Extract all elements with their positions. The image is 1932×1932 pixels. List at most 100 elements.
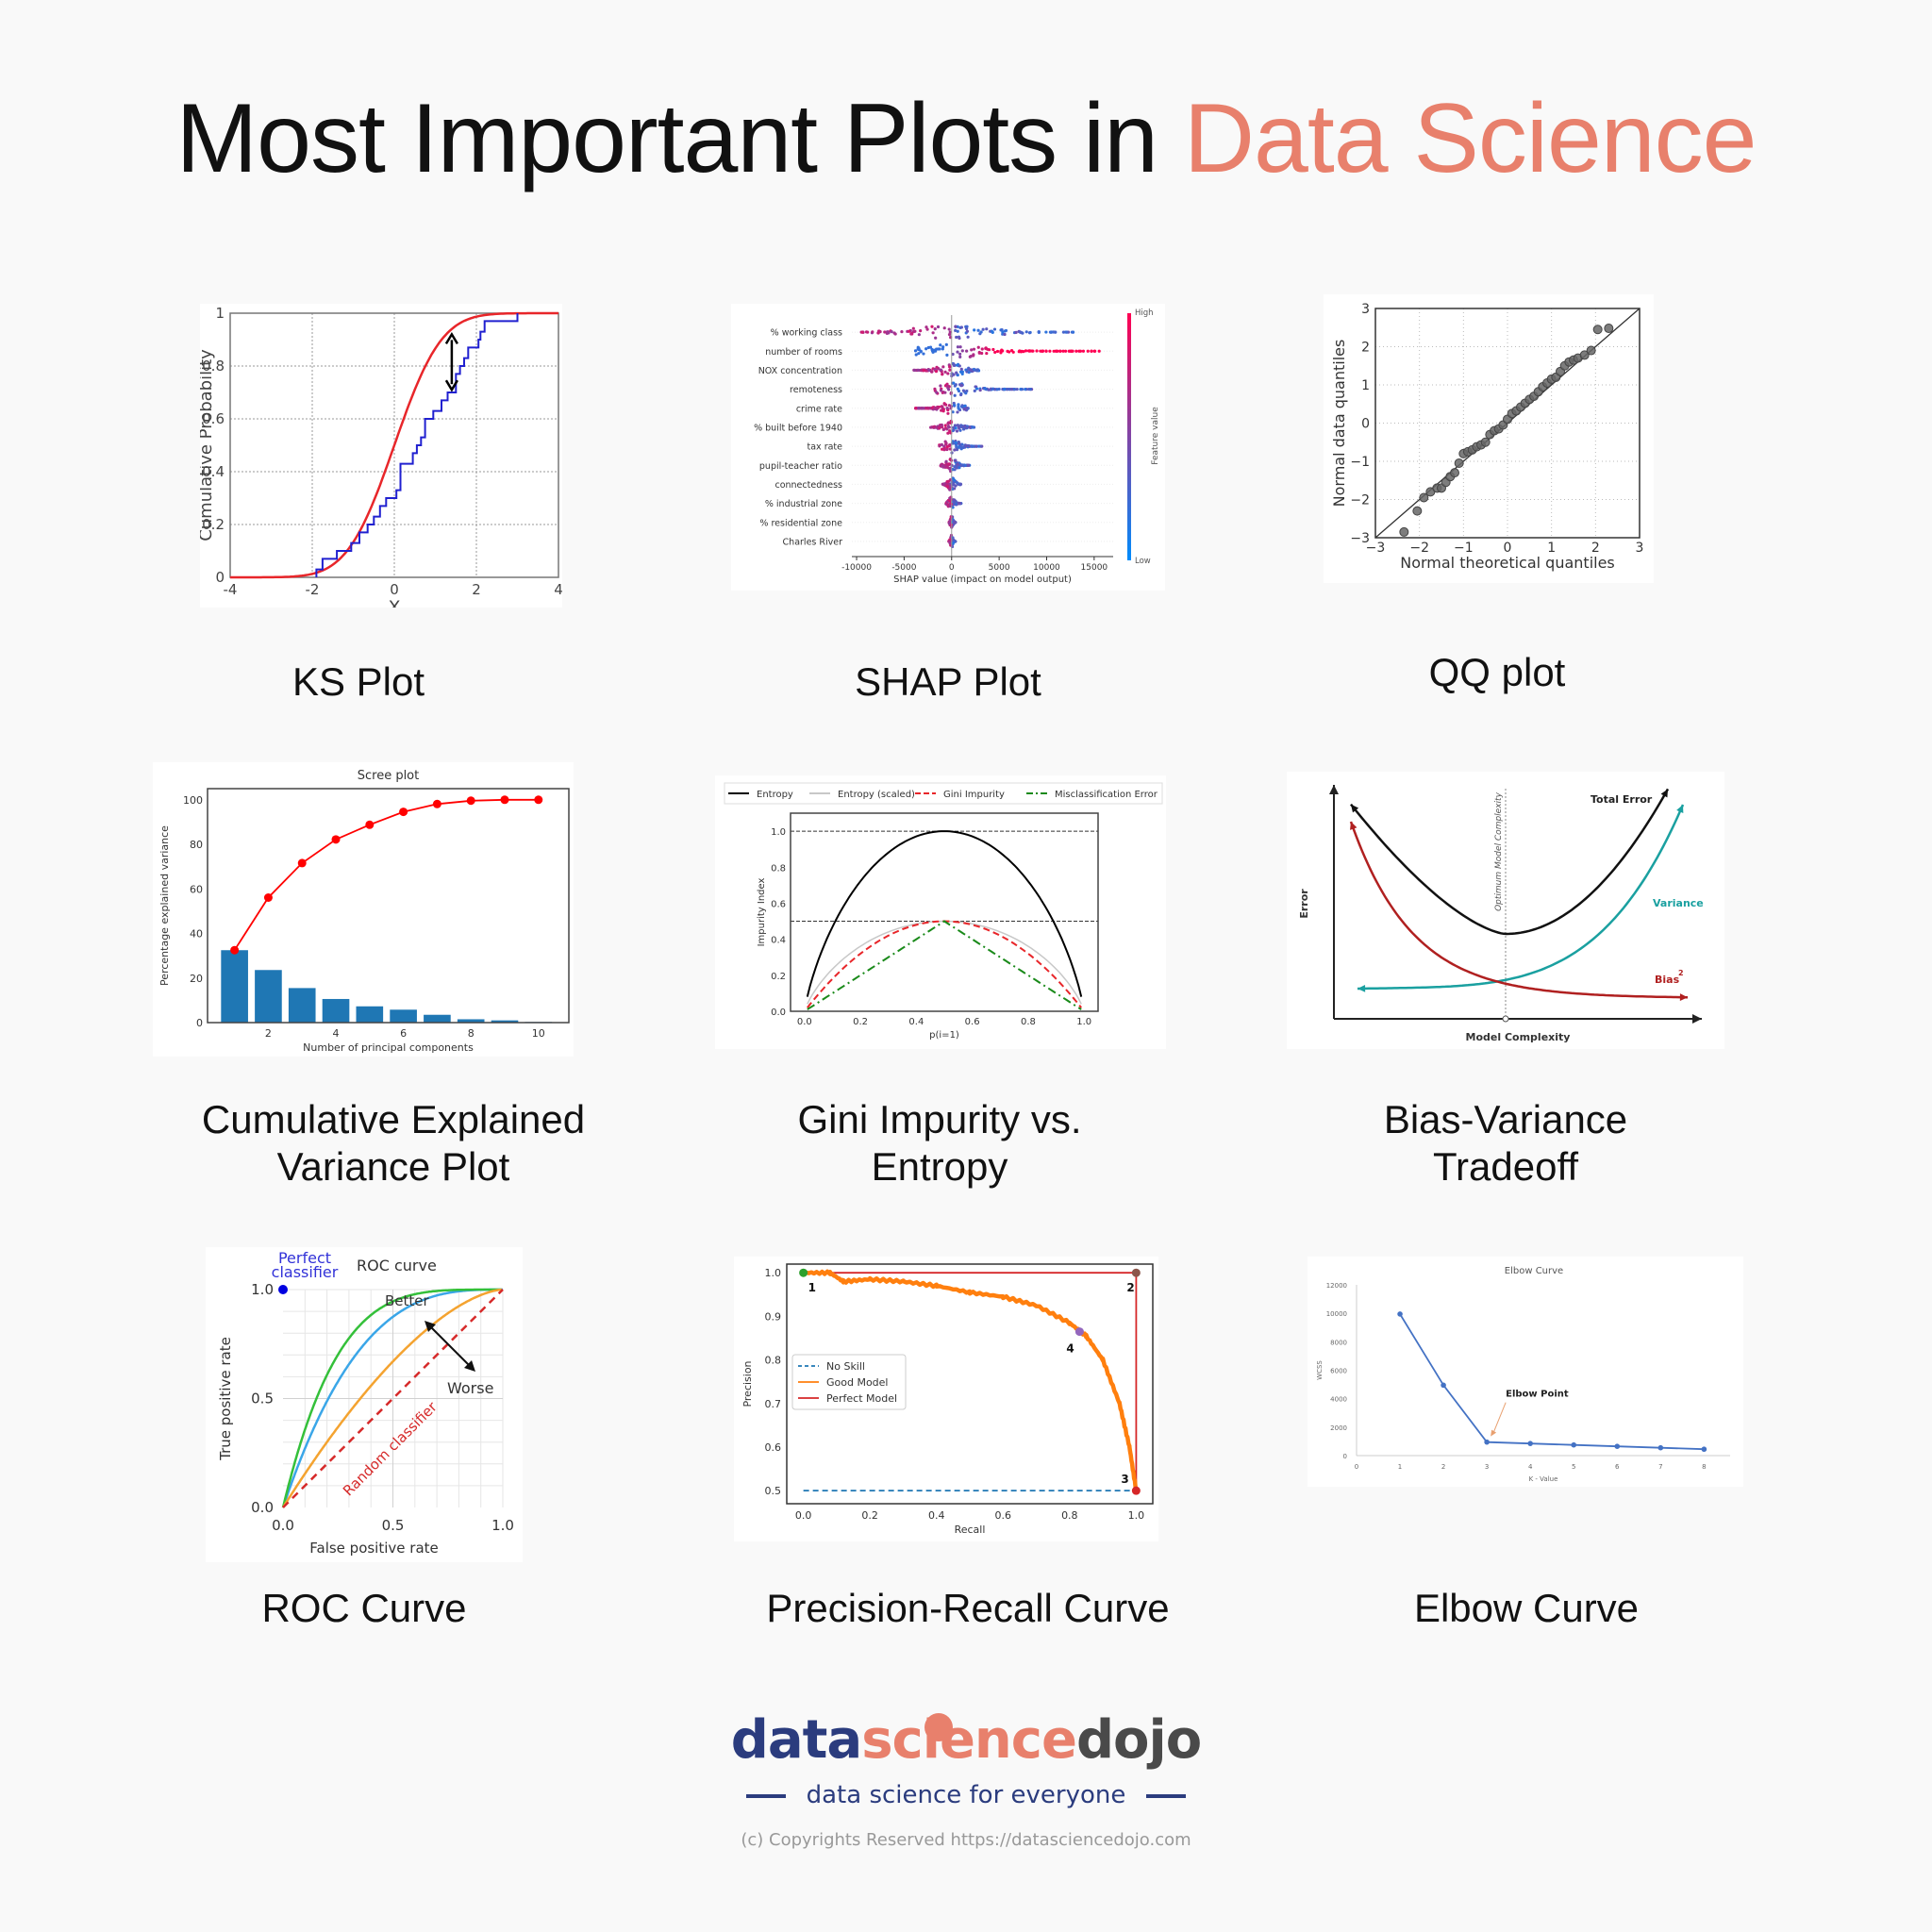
shap-point [945,407,949,410]
tagline-text: data science for everyone [806,1781,1126,1809]
shap-point [983,387,987,391]
shap-point [977,351,981,355]
x-tick-label: 1.0 [1076,1017,1091,1027]
shap-point [941,482,945,487]
shap-point [957,482,960,486]
shap-point [946,465,950,470]
qq-point [1592,325,1603,335]
shap-point [946,384,950,388]
shap-point [972,347,976,351]
shap-point [942,326,946,330]
shap-point [926,407,930,410]
shap-point [992,327,997,331]
x-axis-label: Recall [955,1524,986,1536]
y-tick-label: 1.0 [765,1267,782,1279]
x-tick-label: 4 [333,1027,340,1040]
shap-point [944,342,948,346]
y-axis-label: Impurity Index [757,878,767,947]
shap-point [956,350,959,354]
colorbar-low-label: Low [1135,557,1151,566]
shap-point [919,329,923,333]
shap-point [1014,330,1018,334]
shap-point [1035,349,1039,353]
shap-point [1077,349,1081,353]
feature-label: number of rooms [765,347,842,358]
feature-label: % residential zone [759,518,842,528]
pr-point-label: 2 [1126,1281,1134,1294]
y-tick-label: 0.4 [771,936,786,946]
series-line-misclassification-error [807,920,1082,1010]
shap-point [908,329,911,333]
shap-point [991,347,995,352]
y-tick-label: 0.7 [765,1398,782,1410]
shap-point [957,502,961,506]
x-tick-label: 1.0 [1128,1509,1145,1522]
shap-point [993,350,997,355]
page-title: Most Important Plots in Data Science [0,83,1932,195]
y-tick-label: 4000 [1330,1396,1347,1404]
x-axis-label: Model Complexity [1466,1031,1571,1043]
y-tick-label: 1.0 [251,1281,274,1298]
shap-point [917,407,921,410]
shap-point [1019,387,1023,391]
feature-label: connectedness [774,480,842,491]
shap-point [1041,349,1045,353]
shap-point [985,351,989,356]
title-main: Most Important Plots in [175,84,1184,193]
caption-qq: QQ plot [1428,650,1566,694]
shap-point [922,352,925,356]
shap-point [958,345,962,349]
copyright: (c) Copyrights Reserved https://datascie… [741,1830,1191,1850]
shap-point [954,521,958,525]
shap-point [946,485,950,489]
shap-point [943,370,947,374]
shap-point [941,427,945,431]
shap-point [960,383,964,388]
shap-point [995,349,1000,354]
cumulative-point [230,945,240,955]
shap-point [955,465,958,469]
shap-point [933,407,937,410]
bias-arrow-right-icon [1679,993,1688,1002]
shap-point [967,371,971,375]
shap-point [935,391,939,394]
bias-superscript: 2 [1678,969,1684,977]
shap-point [942,446,946,450]
cumulative-point [534,795,543,805]
x-axis-label: SHAP value (impact on model output) [893,575,1072,585]
wcss-point [1527,1441,1533,1446]
shap-point [1009,348,1014,353]
total-error-label: Total Error [1591,793,1653,806]
chart-title: Elbow Curve [1505,1266,1563,1276]
shap-point [900,330,904,334]
optimum-marker [1502,1015,1509,1023]
x-tick-label: 0.2 [861,1509,878,1522]
shap-point [975,369,979,373]
colorbar-high-label: High [1135,308,1154,318]
shap-point [1003,387,1007,391]
feature-label: % working class [771,328,842,339]
qq-point [1480,437,1491,447]
legend-label: Misclassification Error [1055,790,1158,800]
x-tick-label: 4 [554,581,562,598]
shap-point [965,349,969,353]
shap-point [949,391,953,395]
variance-bar [255,970,282,1023]
shap-point [947,425,951,429]
shap-point [1028,387,1032,391]
variance-bar [322,998,350,1023]
feature-label: NOX concentration [758,366,842,376]
y-tick-label: 2 [1361,341,1370,356]
shap-point [927,368,931,373]
x-tick-label: 3 [1636,541,1644,556]
variance-label: Variance [1653,897,1704,909]
shap-point [941,365,945,369]
shap-point [948,538,952,541]
qq-point [1450,468,1459,478]
better-worse-arrow [427,1324,473,1369]
shap-point [1049,330,1053,334]
shap-point [953,500,957,504]
shap-point [993,388,997,391]
bias-curve [1349,821,1688,999]
series-line-gini-impurity [807,920,1082,1008]
